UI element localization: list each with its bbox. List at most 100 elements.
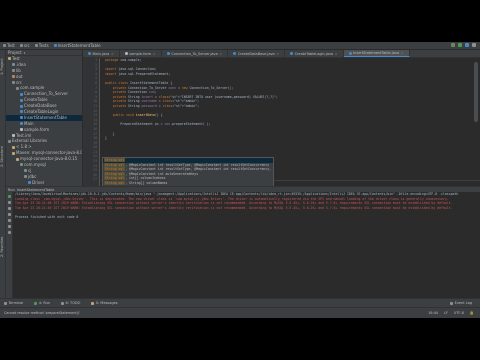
debug-icon[interactable] bbox=[465, 43, 469, 47]
caret-position[interactable]: 16:44 bbox=[428, 311, 438, 315]
parameter-rest: , int[] columnIndexes bbox=[125, 176, 166, 181]
folder-icon bbox=[12, 81, 15, 84]
close-icon[interactable]: × bbox=[276, 52, 279, 56]
project-tree: Test .idea lib out src com.sample Connection_T… bbox=[6, 56, 82, 186]
run-icon[interactable] bbox=[458, 43, 462, 47]
close-icon[interactable]: × bbox=[153, 52, 156, 56]
tool-window-bar: Terminal 4: Run 6: TODO 0: Messages Event L… bbox=[0, 298, 480, 307]
breadcrumb-label: InsertStatementTable bbox=[57, 43, 101, 48]
status-message: Cannot resolve method 'prepareStatement(… bbox=[4, 311, 81, 315]
class-icon bbox=[20, 98, 23, 102]
folder-icon bbox=[12, 145, 15, 149]
lock-icon[interactable]: 🔒 bbox=[470, 311, 474, 315]
tab-label: CreateDataBase.java bbox=[237, 51, 275, 56]
folder-icon bbox=[24, 169, 27, 173]
folder-icon bbox=[12, 75, 15, 79]
tool-window-icon bbox=[34, 301, 38, 305]
close-icon[interactable]: × bbox=[111, 52, 114, 56]
status-indicators: 16:44 LF UTF-8 🔒 bbox=[428, 311, 474, 315]
scroll-to-end-icon[interactable] bbox=[7, 213, 11, 216]
run-config-name[interactable]: InsertStatementTable bbox=[17, 188, 55, 192]
editor-tab[interactable]: Connection_To_Server.java × bbox=[162, 50, 229, 57]
folder-icon bbox=[34, 44, 38, 47]
breadcrumb-item[interactable]: InsertStatementTable bbox=[53, 43, 101, 48]
tool-window-button[interactable]: 4: Run bbox=[34, 301, 50, 305]
tool-window-label: Terminal bbox=[8, 301, 24, 305]
class-icon bbox=[28, 181, 31, 185]
line-separator[interactable]: LF bbox=[444, 311, 448, 315]
editor-tab[interactable]: CreateDataBase.java × bbox=[228, 50, 286, 57]
breadcrumb-label: Tests bbox=[38, 43, 49, 48]
folder-icon bbox=[20, 128, 23, 132]
code-line: } bbox=[105, 136, 107, 141]
parameter-highlight: String sql bbox=[104, 176, 126, 181]
search-icon[interactable] bbox=[472, 43, 476, 47]
editor-scrollbar[interactable] bbox=[474, 62, 478, 122]
breadcrumb-label: src bbox=[23, 43, 30, 48]
parameter-highlight: String sql bbox=[104, 180, 126, 185]
folder-icon bbox=[12, 151, 15, 155]
event-log-icon bbox=[450, 301, 454, 305]
tool-window-button[interactable]: 6: TODO bbox=[61, 301, 80, 305]
project-panel-title: Project bbox=[8, 50, 22, 55]
tool-window-icon bbox=[91, 301, 95, 305]
parameter-option[interactable]: String sql, String[] columnNames bbox=[103, 180, 273, 186]
editor-tab[interactable]: CreateTableLogin.java × bbox=[285, 50, 344, 57]
file-icon bbox=[166, 52, 170, 55]
tab-label: Connection_To_Server.java bbox=[171, 51, 218, 56]
folder-icon bbox=[8, 139, 11, 143]
event-log-label: Event Log bbox=[454, 301, 472, 305]
breadcrumb-item[interactable]: src bbox=[19, 43, 30, 48]
folder-icon bbox=[24, 175, 27, 179]
folder-icon bbox=[8, 57, 11, 61]
event-log-button[interactable]: Event Log bbox=[450, 301, 472, 305]
breadcrumb-item[interactable]: Tests bbox=[34, 43, 49, 48]
navigation-bar: Test src Tests InsertStatementTable bbox=[0, 42, 480, 50]
file-encoding[interactable]: UTF-8 bbox=[454, 311, 464, 315]
close-icon[interactable]: × bbox=[335, 52, 338, 56]
line-number-gutter: 1 2 3 4 5 6 7 8 9 10 11 12 13 14 15 16 17 18 19 20 21 22 23 24 2… bbox=[83, 58, 100, 186]
tool-window-icon bbox=[61, 301, 65, 305]
ide-window: Test src Tests InsertStatementTable 1: Proj… bbox=[0, 42, 480, 318]
console-line: Tue Apr 23 20:21:49 IST 2019 WARN: Estab… bbox=[15, 206, 453, 211]
class-icon bbox=[20, 122, 23, 126]
file-icon bbox=[124, 52, 128, 55]
tab-label: sample.form bbox=[129, 51, 152, 56]
status-bar: Cannot resolve method 'prepareStatement(… bbox=[0, 307, 480, 318]
editor-tab[interactable]: InsertStatementTable.java × bbox=[343, 50, 410, 57]
pause-icon[interactable] bbox=[7, 207, 11, 210]
folder-icon bbox=[20, 163, 23, 167]
rerun-icon[interactable] bbox=[7, 195, 11, 198]
parameter-rest: , @MagicConstant int resultSetType, @Mag… bbox=[125, 167, 273, 172]
parameter-rest: , String[] columnNames bbox=[125, 180, 168, 185]
editor-tab[interactable]: Main.java × bbox=[83, 50, 120, 57]
breadcrumb-item[interactable]: Test bbox=[3, 43, 15, 48]
class-icon bbox=[20, 116, 23, 120]
close-icon[interactable]: × bbox=[219, 52, 222, 56]
build-icon[interactable] bbox=[451, 43, 455, 47]
stop-icon[interactable] bbox=[7, 201, 11, 204]
run-panel-toolbar bbox=[6, 192, 13, 298]
tab-label: CreateTableLogin.java bbox=[294, 51, 334, 56]
editor-tab[interactable]: sample.form × bbox=[120, 50, 162, 57]
console-line: /Library/Java/JavaVirtualMachines/jdk-10… bbox=[15, 192, 459, 196]
trash-icon[interactable] bbox=[7, 231, 11, 234]
file-icon bbox=[233, 52, 237, 55]
tab-label: Main.java bbox=[92, 51, 110, 56]
project-panel: Project ▾ Test .idea lib out src com.sample Co… bbox=[6, 50, 83, 186]
run-console-output[interactable]: /Library/Java/JavaVirtualMachines/jdk-10… bbox=[14, 192, 480, 298]
print-icon[interactable] bbox=[7, 219, 11, 222]
tool-window-button[interactable]: 0: Messages bbox=[91, 301, 118, 305]
toolbar-actions bbox=[451, 43, 476, 47]
tool-window-button[interactable]: Terminal bbox=[4, 301, 23, 305]
folder-icon bbox=[53, 44, 57, 47]
tool-window-label: 4: Run bbox=[38, 301, 51, 305]
chevron-down-icon[interactable]: ▾ bbox=[24, 51, 26, 55]
settings-icon[interactable] bbox=[7, 225, 11, 228]
file-icon bbox=[348, 51, 352, 55]
folder-icon bbox=[12, 63, 15, 67]
folder-icon bbox=[16, 157, 19, 161]
parameter-highlight: String sql bbox=[104, 162, 126, 167]
parameter-highlight: String sql bbox=[104, 171, 126, 176]
close-icon[interactable]: × bbox=[401, 51, 404, 55]
